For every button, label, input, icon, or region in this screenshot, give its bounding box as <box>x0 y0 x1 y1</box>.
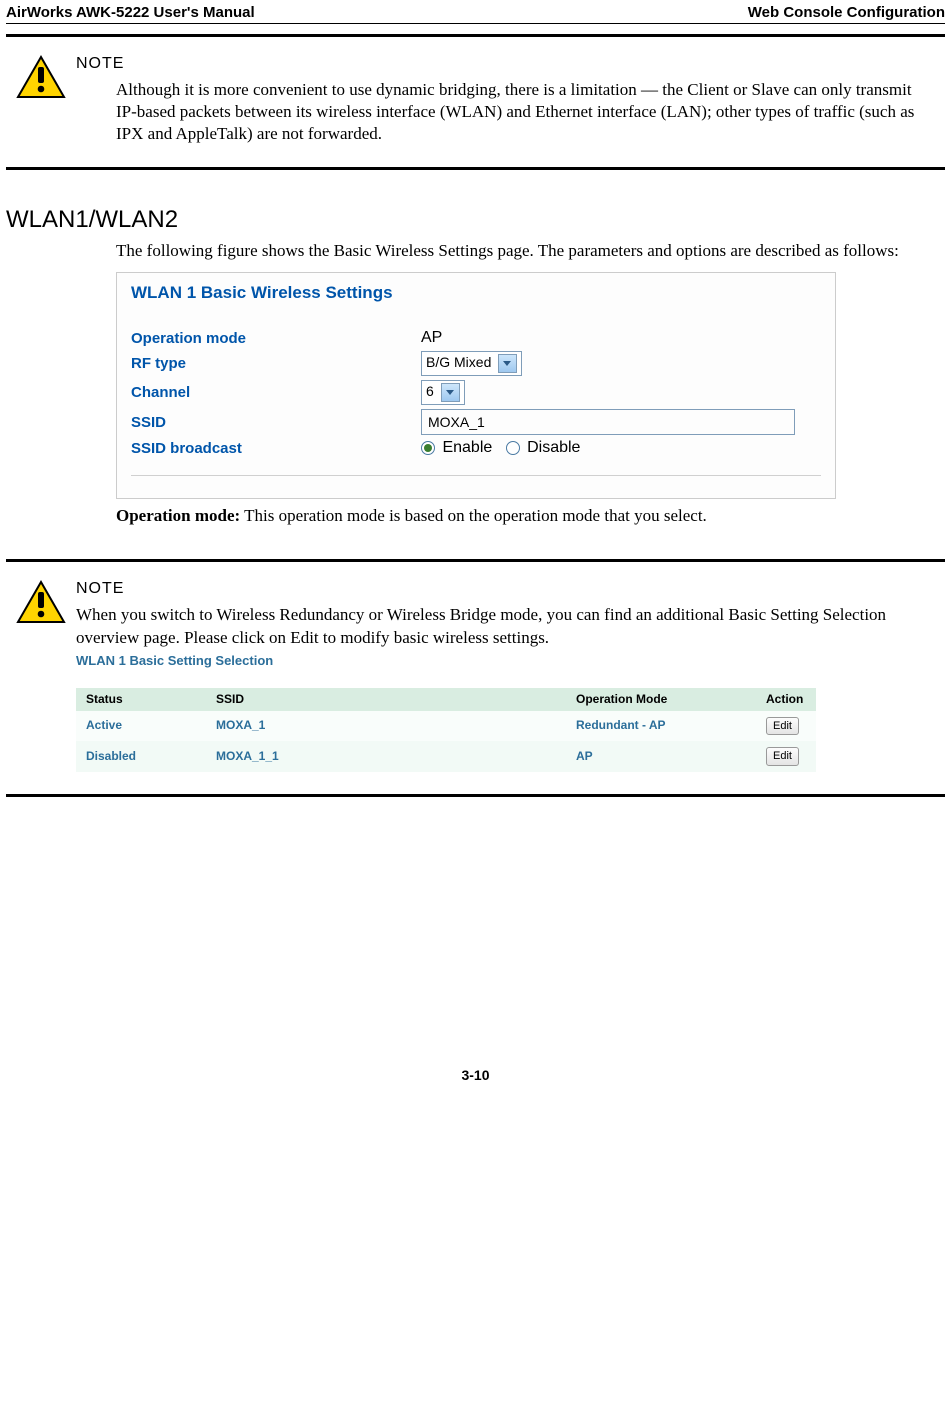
row-rf-type: RF type B/G Mixed <box>131 351 821 376</box>
edit-button[interactable]: Edit <box>766 717 799 735</box>
panel-title: WLAN 1 Basic Wireless Settings <box>131 283 821 303</box>
rf-type-value: B/G Mixed <box>426 355 491 371</box>
row-operation-mode: Operation mode AP <box>131 329 821 347</box>
intro-text: The following figure shows the Basic Wir… <box>116 240 941 262</box>
cell-ssid: MOXA_1 <box>206 711 566 741</box>
note-box-1: NOTE Although it is more convenient to u… <box>6 34 945 170</box>
caption-rest: This operation mode is based on the oper… <box>240 506 707 525</box>
operation-mode-caption: Operation mode: This operation mode is b… <box>116 505 941 527</box>
col-mode: Operation Mode <box>566 688 756 712</box>
chevron-down-icon <box>441 383 460 402</box>
panel-divider <box>131 475 821 476</box>
chevron-down-icon <box>498 354 517 373</box>
warning-icon <box>16 55 76 145</box>
label-rf-type: RF type <box>131 355 421 372</box>
channel-select[interactable]: 6 <box>421 380 465 405</box>
label-ssid: SSID <box>131 414 421 431</box>
cell-mode: AP <box>566 741 756 771</box>
manual-title: AirWorks AWK-5222 User's Manual <box>6 4 255 21</box>
page-header: AirWorks AWK-5222 User's Manual Web Cons… <box>0 0 951 23</box>
cell-mode: Redundant - AP <box>566 711 756 741</box>
row-ssid-broadcast: SSID broadcast Enable Disable <box>131 439 821 457</box>
cell-status: Active <box>76 711 206 741</box>
selection-table: Status SSID Operation Mode Action Active… <box>76 688 816 772</box>
page-number: 3-10 <box>0 1067 951 1093</box>
cell-ssid: MOXA_1_1 <box>206 741 566 771</box>
note-title: NOTE <box>76 580 921 598</box>
note-box-2: NOTE When you switch to Wireless Redunda… <box>6 559 945 796</box>
label-ssid-broadcast: SSID broadcast <box>131 440 421 457</box>
selection-title: WLAN 1 Basic Setting Selection <box>76 653 921 670</box>
row-channel: Channel 6 <box>131 380 821 405</box>
radio-disable-label: Disable <box>527 439 580 456</box>
note-title: NOTE <box>76 55 935 73</box>
note-body: Although it is more convenient to use dy… <box>76 79 935 145</box>
table-row: Active MOXA_1 Redundant - AP Edit <box>76 711 816 741</box>
chapter-title: Web Console Configuration <box>748 4 945 21</box>
selection-screenshot: WLAN 1 Basic Setting Selection Status SS… <box>76 653 921 772</box>
radio-enable-label: Enable <box>442 439 492 456</box>
radio-enable[interactable] <box>421 441 435 455</box>
col-ssid: SSID <box>206 688 566 712</box>
note-body: When you switch to Wireless Redundancy o… <box>76 605 886 646</box>
table-header-row: Status SSID Operation Mode Action <box>76 688 816 712</box>
rf-type-select[interactable]: B/G Mixed <box>421 351 522 376</box>
edit-button[interactable]: Edit <box>766 747 799 765</box>
ssid-input[interactable]: MOXA_1 <box>421 409 795 435</box>
wlan-settings-screenshot: WLAN 1 Basic Wireless Settings Operation… <box>116 272 836 499</box>
caption-bold: Operation mode: <box>116 506 240 525</box>
header-rule <box>6 23 945 24</box>
channel-value: 6 <box>426 384 434 400</box>
radio-disable[interactable] <box>506 441 520 455</box>
section-heading: WLAN1/WLAN2 <box>6 206 951 234</box>
col-status: Status <box>76 688 206 712</box>
row-ssid: SSID MOXA_1 <box>131 409 821 435</box>
table-row: Disabled MOXA_1_1 AP Edit <box>76 741 816 771</box>
warning-icon <box>16 580 76 771</box>
label-channel: Channel <box>131 384 421 401</box>
value-operation-mode: AP <box>421 329 821 347</box>
col-action: Action <box>756 688 816 712</box>
label-operation-mode: Operation mode <box>131 330 421 347</box>
cell-status: Disabled <box>76 741 206 771</box>
